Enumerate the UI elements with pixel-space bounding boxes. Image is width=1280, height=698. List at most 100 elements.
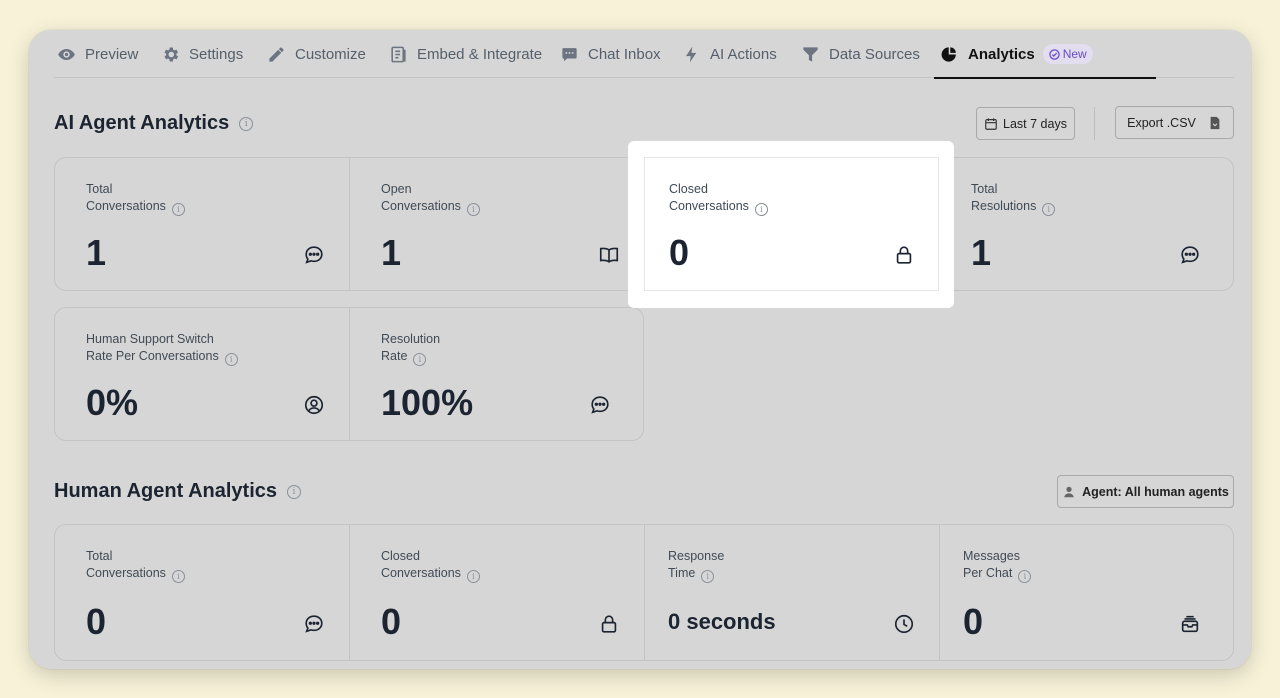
info-icon[interactable]: i: [466, 203, 480, 216]
tab-data-sources[interactable]: Data Sources: [800, 30, 920, 78]
metric-label-line1: Response: [668, 549, 725, 563]
metric-label-line1: Resolution: [381, 332, 441, 346]
metric-label-line2: Conversations: [669, 199, 749, 213]
metric-value: 0%: [86, 382, 139, 423]
metric-card-closed-conversations-highlighted: Closed Conversations i 0: [644, 157, 939, 291]
metric-label-line1: Open: [381, 182, 412, 196]
info-icon[interactable]: i: [1018, 570, 1032, 583]
info-icon[interactable]: i: [413, 353, 427, 366]
toolbar-divider: [1094, 107, 1095, 140]
metric-card-total-conversations: Total Conversations i 1: [55, 158, 350, 290]
info-icon[interactable]: i: [701, 570, 715, 583]
metric-label-line2: Time: [668, 566, 696, 580]
tab-label: Analytics: [968, 45, 1035, 63]
metric-label: Resolution Rate i: [381, 331, 581, 366]
agent-filter-label: Agent: All human agents: [1082, 484, 1229, 499]
metric-card-human-closed-conversations: Closed Conversations i 0: [350, 525, 645, 660]
export-label: Export .CSV: [1127, 115, 1196, 130]
tab-chat-inbox[interactable]: Chat Inbox: [559, 30, 661, 78]
metric-label-line1: Total: [86, 182, 113, 196]
info-icon[interactable]: i: [224, 353, 238, 366]
lightning-icon: [681, 44, 701, 64]
metric-label: Total Conversations i: [86, 548, 286, 583]
metric-label-line2: Resolutions: [971, 199, 1037, 213]
metric-value: 0 seconds: [668, 609, 776, 634]
tab-ai-actions[interactable]: AI Actions: [681, 30, 777, 78]
agent-filter-button[interactable]: Agent: All human agents: [1057, 475, 1234, 508]
export-csv-button[interactable]: Export .CSV: [1115, 106, 1234, 139]
info-icon[interactable]: i: [1042, 203, 1056, 216]
tab-analytics[interactable]: Analytics New: [934, 30, 1156, 79]
chat-bubble-icon: [559, 44, 579, 64]
metric-value: 0: [381, 601, 402, 642]
info-icon[interactable]: i: [171, 203, 185, 216]
metric-label-line1: Messages: [963, 549, 1020, 563]
pencil-icon: [266, 44, 286, 64]
tab-settings[interactable]: Settings: [160, 30, 243, 78]
metric-label-line2: Conversations: [381, 199, 461, 213]
metric-value: 100%: [381, 382, 474, 423]
tab-label: Data Sources: [829, 45, 920, 63]
metric-card-response-time: Response Time i 0 seconds: [645, 525, 940, 660]
metric-value: 0: [963, 601, 984, 642]
metric-card-open-conversations: Open Conversations i 1: [350, 158, 645, 290]
metric-label: Closed Conversations i: [669, 181, 768, 216]
metric-label-line2: Conversations: [86, 566, 166, 580]
tab-preview[interactable]: Preview: [56, 30, 138, 78]
metric-card-human-support-switch-rate: Human Support Switch Rate Per Conversati…: [55, 308, 350, 440]
metric-label-line1: Closed: [381, 549, 420, 563]
metric-card-human-total-conversations: Total Conversations i 0: [55, 525, 350, 660]
check-circle-icon: [1048, 48, 1060, 60]
user-circle-icon: [303, 394, 325, 416]
user-icon: [1064, 486, 1074, 497]
metric-card-total-resolutions: Total Resolutions i 1: [940, 158, 1233, 290]
new-badge: New: [1042, 44, 1093, 64]
info-icon[interactable]: i: [287, 484, 301, 499]
metric-label: Human Support Switch Rate Per Conversati…: [86, 331, 286, 366]
metric-label-line2: Per Chat: [963, 566, 1013, 580]
metric-value: 1: [971, 232, 992, 273]
funnel-icon: [800, 44, 820, 64]
date-range-button[interactable]: Last 7 days: [976, 107, 1075, 140]
tab-label: AI Actions: [710, 45, 777, 63]
info-icon[interactable]: i: [754, 203, 768, 216]
ai-metrics-row-2: Human Support Switch Rate Per Conversati…: [54, 307, 644, 441]
info-icon[interactable]: i: [239, 116, 254, 131]
spotlight-closed-conversations[interactable]: Closed Conversations i 0: [628, 141, 954, 308]
tab-label: Settings: [189, 45, 244, 63]
metric-label: Closed Conversations i: [381, 548, 581, 583]
metric-label-line2: Rate Per Conversations: [86, 349, 219, 363]
metric-label: Response Time i: [668, 548, 868, 583]
metric-label: Open Conversations i: [381, 181, 581, 216]
metric-value: 0: [86, 601, 107, 642]
tab-label: Customize: [295, 45, 366, 63]
metric-label: Messages Per Chat i: [963, 548, 1163, 583]
calendar-icon: [985, 117, 997, 130]
tab-label: Chat Inbox: [588, 45, 661, 63]
metric-value: 1: [381, 232, 402, 273]
lock-icon: [598, 613, 620, 635]
chat-dots-icon: [303, 613, 325, 635]
ai-analytics-title: AI Agent Analytics i: [54, 112, 254, 135]
info-icon[interactable]: i: [171, 570, 185, 583]
tab-embed-integrate[interactable]: Embed & Integrate: [388, 30, 542, 78]
metric-label-line2: Conversations: [86, 199, 166, 213]
tab-bar: Preview Settings Customize Embed & Integ…: [54, 30, 1234, 79]
metric-card-messages-per-chat: Messages Per Chat i 0: [940, 525, 1233, 660]
tab-label: Embed & Integrate: [417, 45, 543, 63]
metric-label-line2: Rate: [381, 349, 408, 363]
metric-label-line1: Total: [86, 549, 113, 563]
analytics-window: Preview Settings Customize Embed & Integ…: [29, 30, 1251, 669]
metric-label-line1: Closed: [669, 182, 708, 196]
tab-label: Preview: [85, 45, 139, 63]
chat-dots-icon: [589, 394, 611, 416]
metric-card-resolution-rate: Resolution Rate i 100%: [350, 308, 643, 440]
inbox-stack-icon: [1179, 613, 1201, 635]
metric-value: 1: [86, 232, 107, 273]
badge-label: New: [1062, 47, 1087, 61]
pie-chart-icon: [939, 44, 959, 64]
section-title-text: AI Agent Analytics: [54, 112, 230, 134]
open-book-icon: [598, 244, 620, 266]
tab-customize[interactable]: Customize: [266, 30, 366, 78]
info-icon[interactable]: i: [466, 570, 480, 583]
